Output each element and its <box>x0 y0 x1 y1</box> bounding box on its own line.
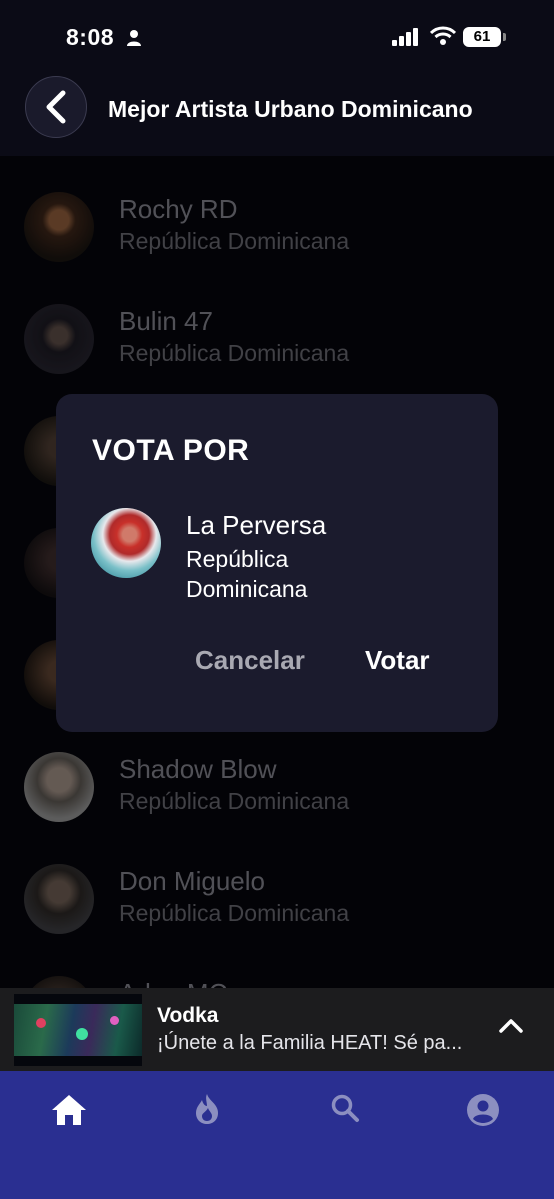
account-icon <box>467 1094 499 1126</box>
signal-icon <box>392 28 418 46</box>
dialog-artist-country: República Dominicana <box>186 546 308 602</box>
chevron-left-icon <box>46 90 66 124</box>
fire-icon <box>196 1094 218 1124</box>
status-bar: 8:08 61 <box>0 0 554 70</box>
tab-search[interactable] <box>276 1071 414 1151</box>
cancel-button[interactable]: Cancelar <box>195 645 305 676</box>
header: Mejor Artista Urbano Dominicano <box>0 70 554 156</box>
person-icon <box>127 30 141 46</box>
vote-button[interactable]: Votar <box>365 645 430 676</box>
vote-dialog: VOTA POR La Perversa República Dominican… <box>56 394 498 732</box>
battery-indicator: 61 <box>463 27 501 47</box>
tab-bar <box>0 1071 554 1199</box>
now-playing-subtitle: ¡Únete a la Familia HEAT! Sé pa... <box>157 1032 463 1054</box>
now-playing-title: Vodka <box>157 1004 219 1027</box>
status-time: 8:08 <box>66 24 115 50</box>
tab-account[interactable] <box>414 1071 552 1151</box>
now-playing-bar[interactable]: Vodka ¡Únete a la Familia HEAT! Sé pa... <box>0 988 554 1071</box>
wifi-icon <box>430 26 456 45</box>
chevron-up-icon[interactable] <box>498 1016 524 1034</box>
avatar <box>91 508 161 578</box>
search-icon <box>331 1094 359 1122</box>
tab-home[interactable] <box>0 1071 138 1151</box>
dialog-title: VOTA POR <box>92 434 250 467</box>
tab-trending[interactable] <box>138 1071 276 1151</box>
dialog-artist-name: La Perversa <box>186 510 327 540</box>
battery-tip <box>503 33 506 41</box>
home-icon <box>52 1095 86 1125</box>
back-button[interactable] <box>25 76 87 138</box>
page-title: Mejor Artista Urbano Dominicano <box>108 96 473 122</box>
now-playing-thumbnail <box>14 994 142 1066</box>
